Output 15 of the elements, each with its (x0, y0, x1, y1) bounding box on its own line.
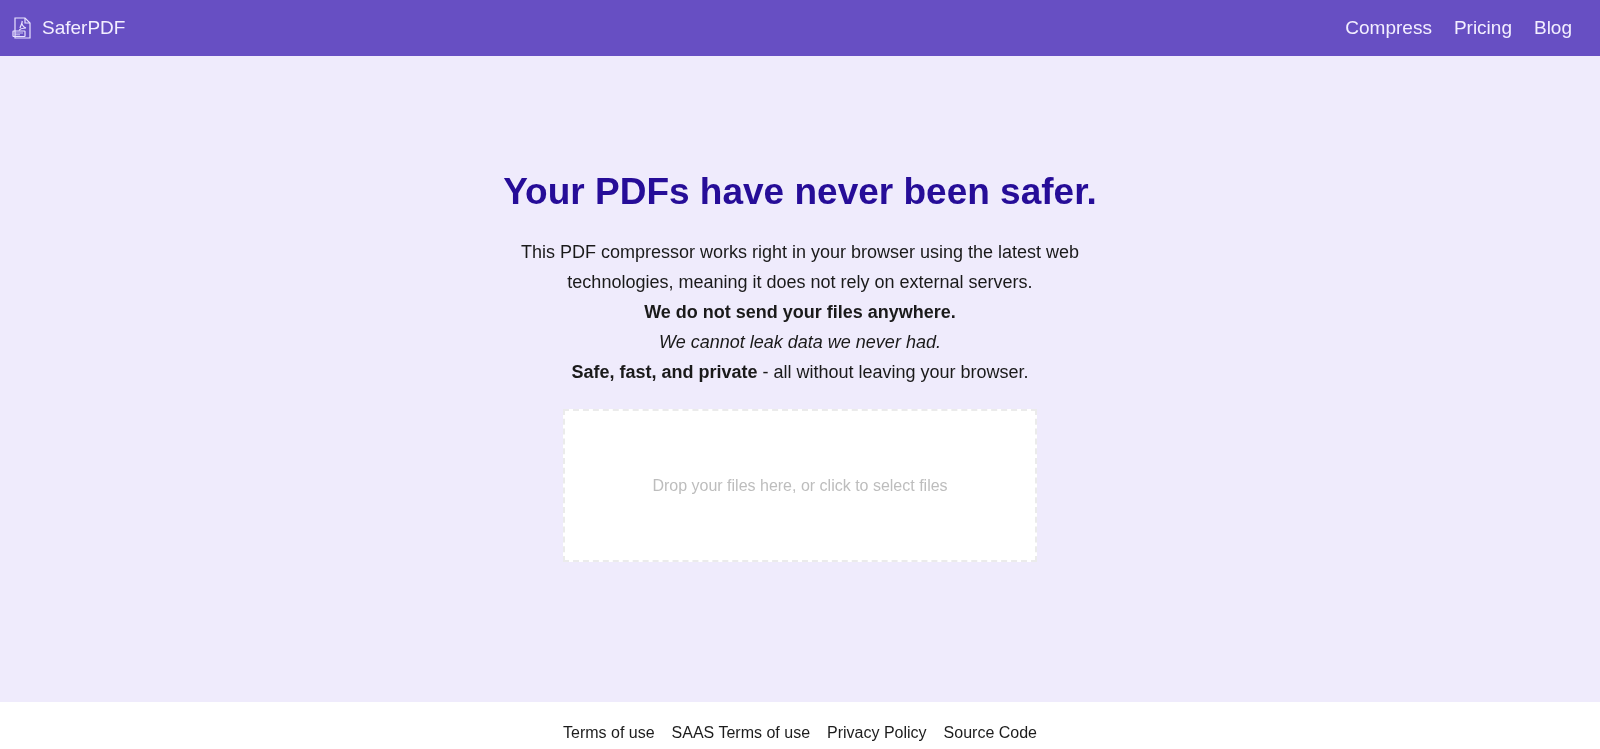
nav-link[interactable]: Blog (1533, 13, 1572, 43)
intro-paragraph: This PDF compressor works right in your browser using the latest web technologies, meaning it does not rely on external servers. (519, 241, 1081, 294)
footer-link[interactable]: Terms of use (563, 721, 655, 745)
footer-link[interactable]: Privacy Policy (827, 721, 927, 745)
footer-link[interactable]: SAAS Terms of use (671, 721, 811, 745)
pdf-file-icon (12, 17, 32, 39)
footer-link[interactable]: Source Code (943, 721, 1037, 745)
summary-line: Safe, fast, and private - all without leaving your browser. (571, 361, 1029, 384)
hero-heading: Your PDFs have never been safer. (503, 170, 1097, 214)
nav-link[interactable]: Compress (1345, 13, 1432, 43)
tagline-line: We cannot leak data we never had. (659, 331, 941, 354)
brand-link[interactable]: SaferPDF (12, 13, 126, 43)
emphasis-line: We do not send your files anywhere. (644, 301, 956, 324)
brand-name: SaferPDF (42, 15, 126, 40)
nav-link[interactable]: Pricing (1453, 13, 1512, 43)
